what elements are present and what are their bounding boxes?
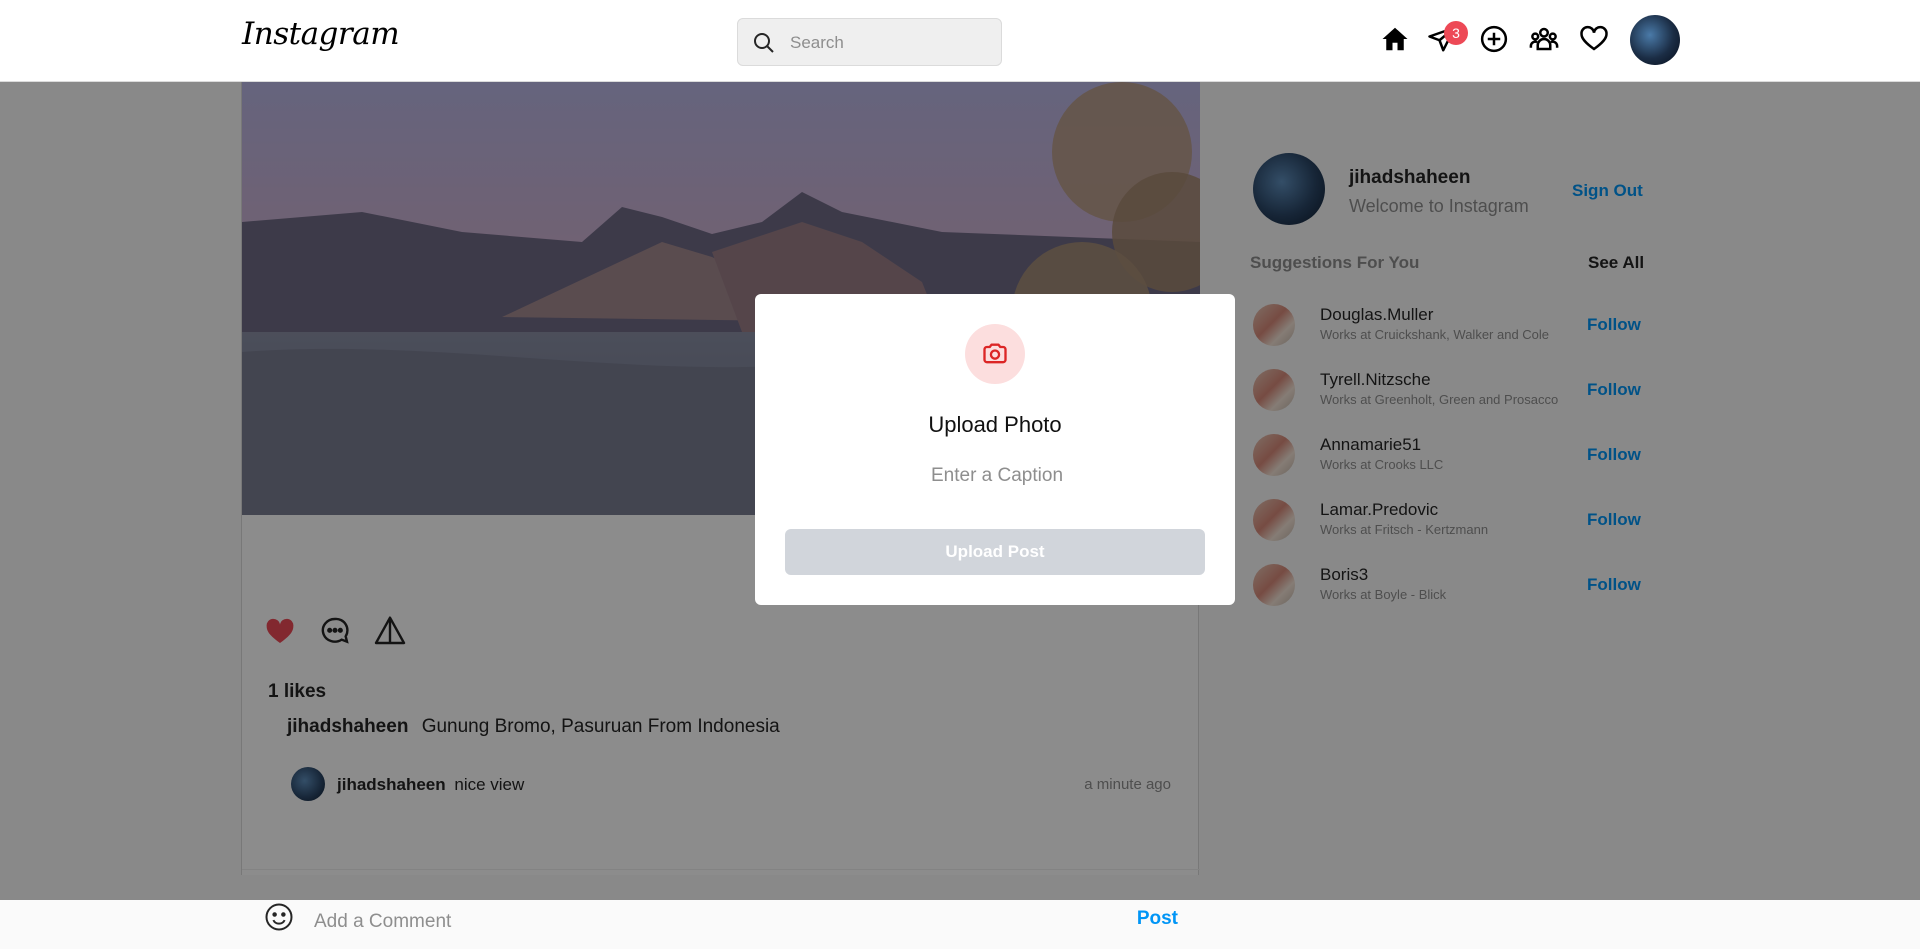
comment-input[interactable] xyxy=(312,908,1016,936)
post-comment-button[interactable]: Post xyxy=(1137,908,1178,930)
add-post-icon[interactable] xyxy=(1479,24,1509,54)
search-box[interactable] xyxy=(737,18,1002,66)
search-icon xyxy=(754,33,774,53)
heart-icon[interactable] xyxy=(1579,24,1609,54)
search-input[interactable] xyxy=(788,31,992,55)
modal-title: Upload Photo xyxy=(928,412,1062,437)
messages-badge: 3 xyxy=(1444,21,1468,45)
upload-photo-modal: Upload Photo Upload Post xyxy=(755,294,1235,605)
camera-button[interactable] xyxy=(965,324,1025,384)
caption-input[interactable] xyxy=(845,460,1149,492)
instagram-logo[interactable]: Instagram xyxy=(242,16,400,52)
upload-post-button[interactable]: Upload Post xyxy=(785,529,1205,575)
camera-icon xyxy=(983,343,1007,364)
emoji-icon[interactable] xyxy=(264,902,294,932)
profile-avatar-button[interactable] xyxy=(1630,15,1680,65)
top-nav: Instagram 3 xyxy=(0,0,1920,82)
people-icon[interactable] xyxy=(1529,24,1559,54)
home-icon[interactable] xyxy=(1380,24,1410,54)
